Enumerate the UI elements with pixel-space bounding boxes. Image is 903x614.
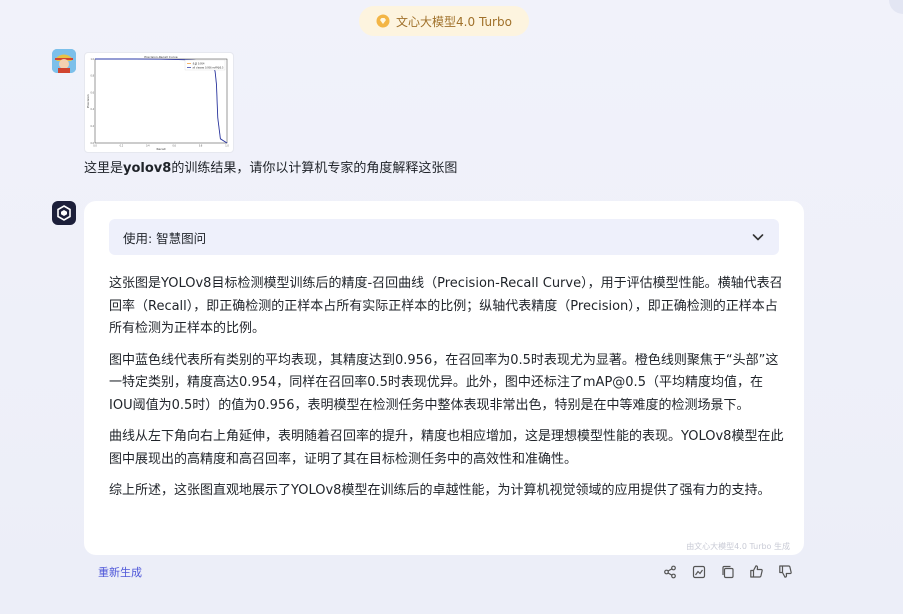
user-message: 这里是yolov8的训练结果，请你以计算机专家的角度解释这张图 (84, 160, 457, 178)
x-tick-label: 0.6 (172, 145, 176, 148)
series-line (95, 58, 228, 144)
y-axis-label: Precision (86, 94, 90, 107)
tool-usage-dropdown[interactable]: 使用: 智慧图问 (109, 219, 779, 255)
x-axis-label: Recall (157, 147, 166, 151)
share-icon[interactable] (660, 562, 679, 581)
regenerate-button[interactable]: 重新生成 (98, 564, 142, 580)
answer-paragraph: 曲线从左下角向右上角延伸，表明随着召回率的提升，精度也相应增加，这是理想模型性能… (109, 429, 784, 467)
plot-frame (94, 58, 228, 144)
user-message-suffix: 的训练结果，请你以计算机专家的角度解释这张图 (171, 161, 458, 176)
thumbs-up-icon[interactable] (747, 562, 766, 581)
assistant-logo-icon (57, 205, 71, 221)
user-message-prefix: 这里是 (84, 161, 124, 176)
chat-page: 文心大模型4.0 Turbo Precision-Recall Curve Rec… (0, 0, 903, 614)
y-tick-label: 0.8 (91, 75, 95, 78)
y-tick-label: 0.4 (91, 108, 95, 111)
model-label: 文心大模型4.0 Turbo (396, 14, 512, 29)
answer-body: 这张图是YOLOv8目标检测模型训练后的精度-召回曲线（Precision-Re… (109, 273, 785, 512)
y-tick-label: 1.0 (91, 58, 95, 61)
tool-usage-label: 使用: 智慧图问 (123, 230, 207, 246)
x-tick-label: 1.0 (225, 145, 229, 148)
legend-entry: 头部 0.954 (193, 62, 205, 66)
assistant-avatar (52, 201, 76, 225)
answer-card: 使用: 智慧图问 这张图是YOLOv8目标检测模型训练后的精度-召回曲线（Pre… (84, 201, 804, 555)
x-tick-label: 0.8 (199, 145, 203, 148)
generation-watermark: 由文心大模型4.0 Turbo 生成 (686, 542, 790, 551)
copy-icon[interactable] (718, 562, 737, 581)
x-tick-label: 0.4 (146, 145, 150, 148)
image-icon[interactable] (689, 562, 708, 581)
y-tick-label: 0.2 (91, 125, 95, 128)
attached-chart-image[interactable]: Precision-Recall Curve Recall Precision 0.0… (84, 52, 234, 153)
answer-paragraph: 综上所述，这张图直观地展示了YOLOv8模型在训练后的卓越性能，为计算机视觉领域… (109, 483, 771, 498)
legend-entry: all classes 0.956 mAP@0.5 (193, 67, 224, 70)
answer-actions (660, 562, 795, 581)
corner-decoration (889, 0, 903, 14)
user-message-bold: yolov8 (123, 161, 172, 176)
model-selector-pill[interactable]: 文心大模型4.0 Turbo (359, 6, 529, 36)
chevron-down-icon[interactable] (751, 230, 765, 244)
answer-paragraph: 这张图是YOLOv8目标检测模型训练后的精度-召回曲线（Precision-Re… (109, 276, 783, 336)
x-tick-label: 0.0 (93, 145, 97, 148)
thumbs-down-icon[interactable] (776, 562, 795, 581)
answer-paragraph: 图中蓝色线代表所有类别的平均表现，其精度达到0.956，在召回率为0.5时表现尤… (109, 352, 779, 413)
chart-title: Precision-Recall Curve (144, 55, 177, 59)
y-tick-label: 0.0 (91, 142, 95, 145)
user-avatar (52, 49, 76, 73)
y-tick-label: 0.6 (91, 91, 95, 94)
diamond-icon (376, 14, 390, 28)
x-tick-label: 0.2 (120, 145, 124, 148)
series-line (95, 58, 228, 144)
pr-curve-chart: Precision-Recall Curve Recall Precision 0.0… (86, 55, 229, 151)
